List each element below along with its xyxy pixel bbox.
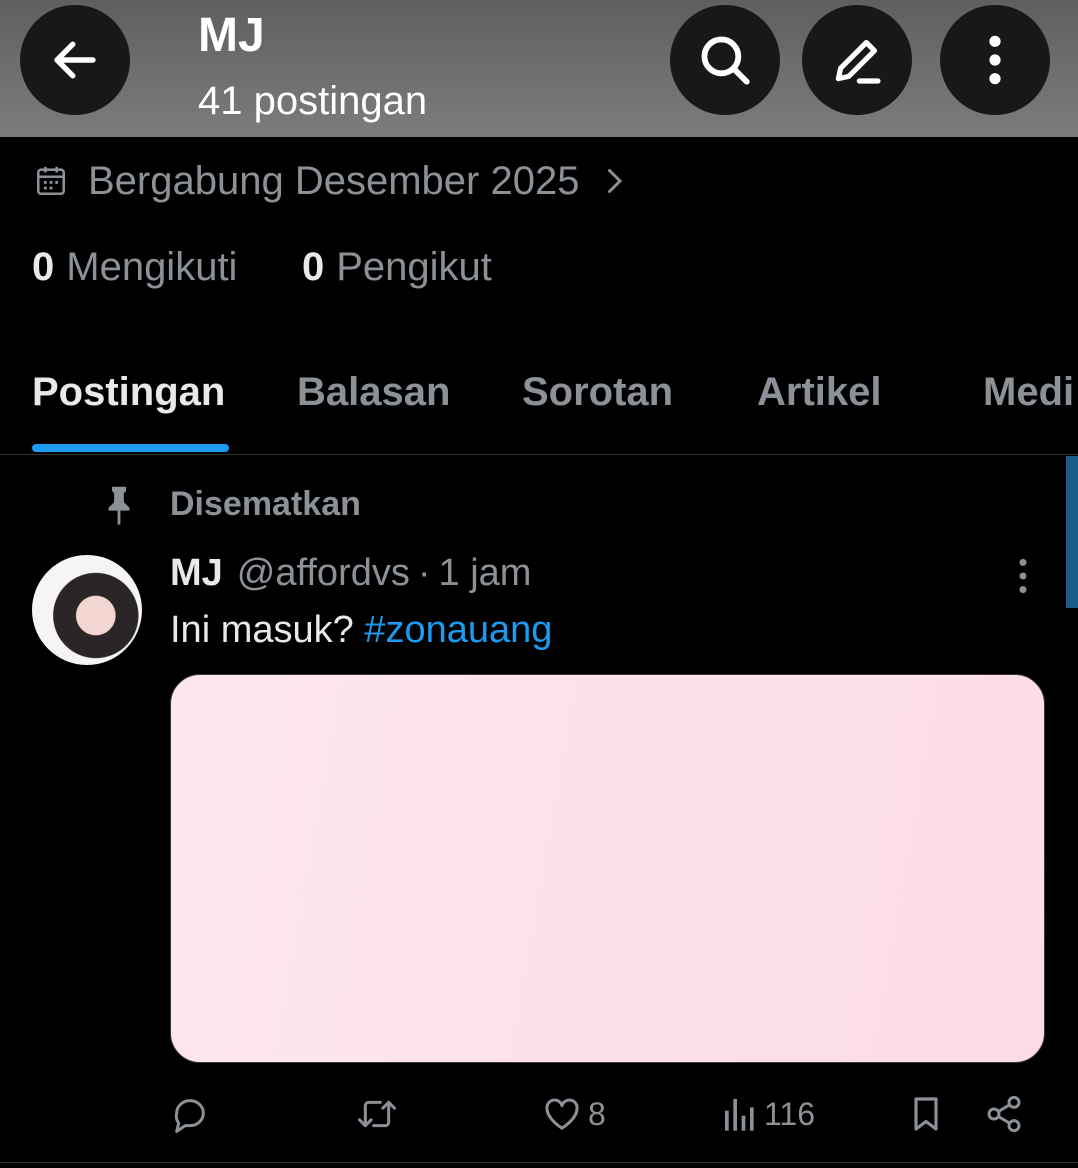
following-link[interactable]: 0 Mengikuti [32,240,237,294]
hashtag-link[interactable]: #zonauang [364,609,552,651]
heart-icon [545,1098,579,1130]
post-timestamp[interactable]: 1 jam [439,552,532,595]
scrollbar[interactable] [1066,456,1078,608]
view-count: 116 [764,1095,816,1132]
edit-button[interactable] [802,5,912,115]
followers-count: 0 [302,244,325,289]
chevron-right-icon [608,169,623,193]
search-icon [701,36,750,85]
back-button[interactable] [20,5,130,115]
arrow-left-icon [54,41,96,79]
reply-icon [174,1099,205,1133]
like-button[interactable]: 8 [542,1088,606,1140]
followers-link[interactable]: 0 Pengikut [302,240,492,294]
bar-chart-icon [725,1099,754,1131]
pin-icon [108,486,130,525]
bookmark-button[interactable] [906,1088,946,1140]
followers-label: Pengikut [336,244,492,289]
tab-postingan[interactable]: Postingan [32,366,225,418]
page-title: MJ [198,9,265,62]
bookmark-icon [914,1097,938,1131]
more-vertical-icon [989,35,1001,85]
repost-icon [358,1100,396,1128]
tab-media[interactable]: Medi [983,366,1074,418]
avatar[interactable] [32,555,142,665]
post-count: 41 postingan [198,79,428,123]
profile-header: MJ 41 postingan [0,0,1078,137]
following-count: 0 [32,244,55,289]
calendar-icon [36,166,66,196]
tab-balasan[interactable]: Balasan [297,366,450,418]
active-tab-indicator [32,444,229,452]
post-more-button[interactable] [1004,556,1042,596]
post-author-name[interactable]: MJ [170,552,223,595]
following-label: Mengikuti [66,244,238,289]
more-options-button[interactable] [940,5,1050,115]
post-separator: · [417,551,431,594]
search-button[interactable] [670,5,780,115]
more-vertical-icon [1019,558,1027,594]
pencil-icon [835,39,881,84]
post-body-text: Ini masuk? [170,609,354,651]
tab-artikel[interactable]: Artikel [757,366,882,418]
post-header: MJ @affordvs · 1 jam [170,548,531,598]
joined-date-text: Bergabung Desember 2025 [88,158,580,203]
post-divider [0,1162,1078,1163]
pinned-label: Disematkan [170,485,361,523]
share-button[interactable] [984,1088,1024,1140]
share-icon [987,1095,1021,1133]
tabs-divider [0,454,1078,455]
post-media-image[interactable] [170,674,1045,1063]
reply-button[interactable] [170,1088,210,1140]
joined-date[interactable]: Bergabung Desember 2025 [34,156,629,206]
post-text: Ini masuk? #zonauang [170,606,552,654]
views-button[interactable]: 116 [722,1088,815,1140]
tab-sorotan[interactable]: Sorotan [522,366,673,418]
post-author-handle[interactable]: @affordvs [237,552,410,595]
like-count: 8 [588,1095,606,1132]
repost-button[interactable] [354,1088,400,1140]
